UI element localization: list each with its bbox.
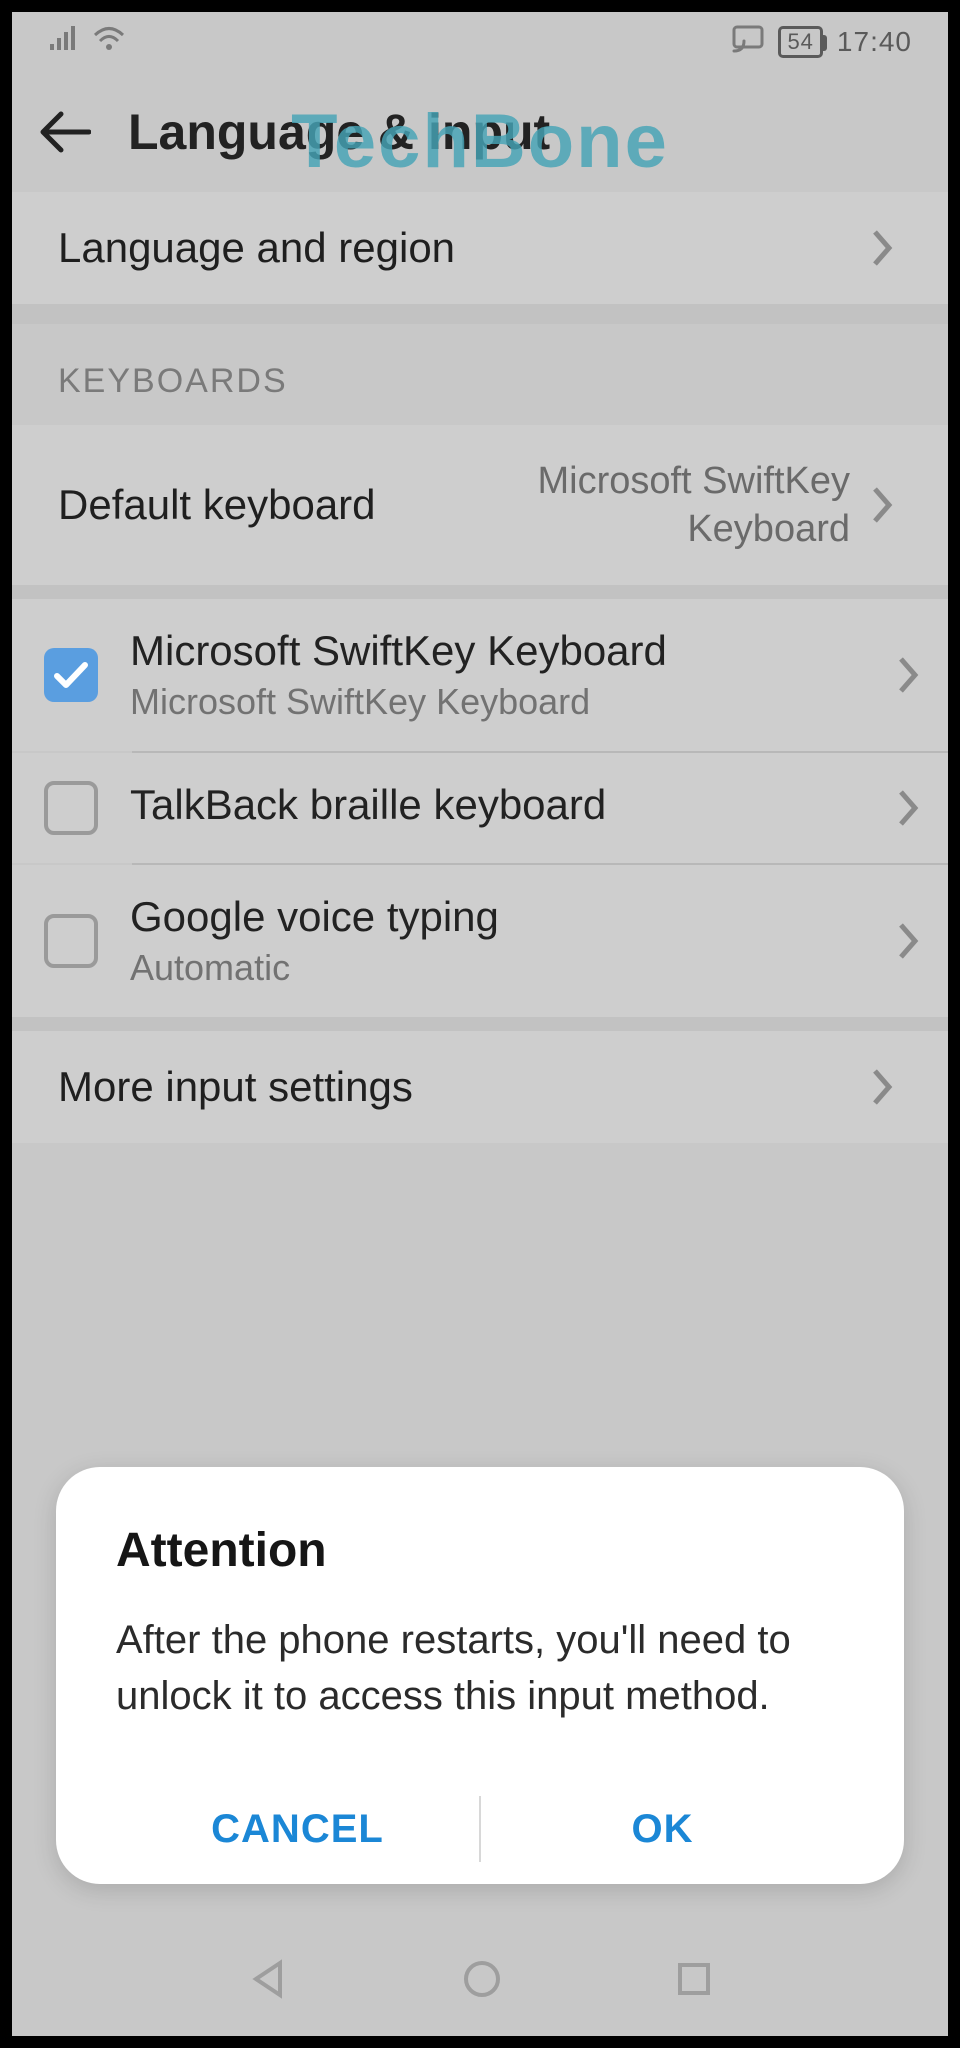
checkbox-unchecked-icon[interactable] — [44, 914, 98, 968]
keyboard-subtitle: Automatic — [130, 947, 888, 989]
battery-icon: 54 — [778, 26, 822, 58]
checkbox-checked-icon[interactable] — [44, 648, 98, 702]
keyboard-title: TalkBack braille keyboard — [130, 781, 888, 829]
row-label: Default keyboard — [58, 481, 376, 529]
chevron-right-icon — [862, 228, 902, 268]
section-header-keyboards: KEYBOARDS — [12, 324, 948, 425]
dialog-message: After the phone restarts, you'll need to… — [116, 1612, 844, 1724]
wifi-icon — [92, 26, 126, 59]
keyboard-title: Microsoft SwiftKey Keyboard — [130, 627, 888, 675]
dialog-title: Attention — [116, 1523, 844, 1578]
keyboard-title: Google voice typing — [130, 893, 888, 941]
page-title: Language & input — [128, 103, 550, 161]
battery-level: 54 — [787, 29, 813, 54]
chevron-right-icon — [888, 655, 928, 695]
nav-recent-icon[interactable] — [674, 1959, 714, 2004]
row-default-keyboard[interactable]: Default keyboard Microsoft SwiftKey Keyb… — [12, 425, 948, 585]
keyboard-subtitle: Microsoft SwiftKey Keyboard — [130, 681, 888, 723]
nav-back-icon[interactable] — [246, 1957, 290, 2006]
keyboard-item-talkback[interactable]: TalkBack braille keyboard — [12, 753, 948, 863]
row-value: Microsoft SwiftKey Keyboard — [470, 457, 850, 553]
attention-dialog: Attention After the phone restarts, you'… — [56, 1467, 904, 1884]
cast-icon — [732, 25, 764, 60]
signal-icon — [48, 26, 78, 59]
chevron-right-icon — [862, 485, 902, 525]
back-button[interactable] — [32, 100, 96, 164]
row-more-input-settings[interactable]: More input settings — [12, 1031, 948, 1143]
status-bar: 54 17:40 — [12, 12, 948, 72]
cancel-button[interactable]: CANCEL — [116, 1774, 479, 1884]
system-nav-bar — [12, 1926, 948, 2036]
ok-button[interactable]: OK — [481, 1774, 844, 1884]
keyboard-item-swiftkey[interactable]: Microsoft SwiftKey Keyboard Microsoft Sw… — [12, 599, 948, 751]
row-language-region[interactable]: Language and region — [12, 192, 948, 304]
chevron-right-icon — [888, 921, 928, 961]
chevron-right-icon — [888, 788, 928, 828]
row-label: Language and region — [58, 224, 455, 272]
app-header: Language & input — [12, 72, 948, 192]
nav-home-icon[interactable] — [460, 1957, 504, 2006]
keyboard-item-google-voice[interactable]: Google voice typing Automatic — [12, 865, 948, 1017]
row-label: More input settings — [58, 1063, 413, 1111]
clock-text: 17:40 — [837, 26, 912, 58]
checkbox-unchecked-icon[interactable] — [44, 781, 98, 835]
chevron-right-icon — [862, 1067, 902, 1107]
